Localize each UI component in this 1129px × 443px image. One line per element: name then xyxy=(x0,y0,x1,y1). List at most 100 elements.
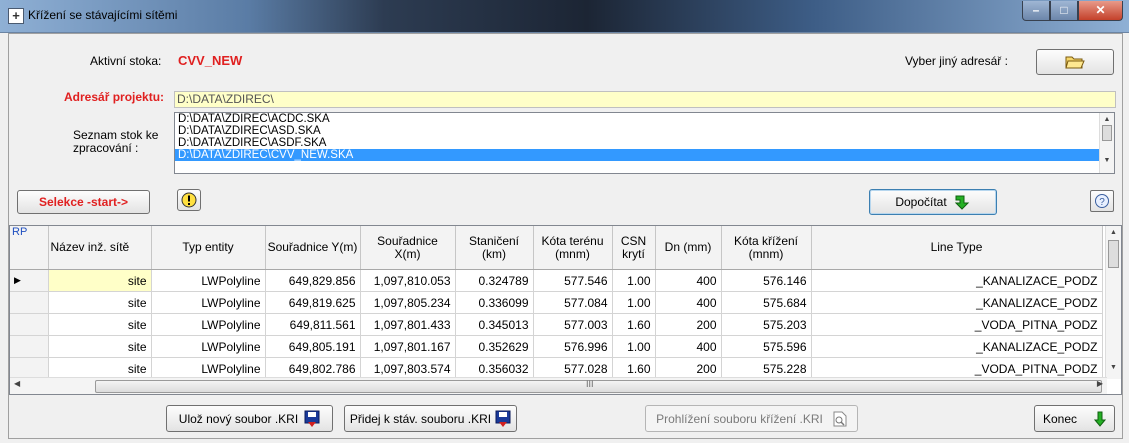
col-line-type-cell[interactable]: _VODA_PITNA_PODZ xyxy=(811,313,1103,336)
col-network-name-header[interactable]: Název inž. sítě xyxy=(48,226,152,270)
col-coord-x-cell[interactable]: 1,097,801.433 xyxy=(360,313,456,336)
table-row[interactable]: site LWPolyline 649,805.191 1,097,801.167 0.… xyxy=(10,335,1103,358)
view-kri-button[interactable]: Prohlížení souboru křížení .KRI xyxy=(645,405,858,432)
col-crossing-level-cell[interactable]: 576.146 xyxy=(721,269,812,292)
col-line-type-cell[interactable]: _KANALIZACE_PODZ xyxy=(811,269,1103,292)
save-down-icon xyxy=(304,410,320,427)
col-coord-x-cell[interactable]: 1,097,801.167 xyxy=(360,335,456,358)
open-folder-button[interactable] xyxy=(1036,49,1114,75)
col-coord-y-cell[interactable]: 649,805.191 xyxy=(265,335,361,358)
grid-horizontal-scrollbar[interactable]: ◀ III ▶ xyxy=(10,377,1107,394)
col-crossing-level-header[interactable]: Kóta křížení (mnm) xyxy=(721,226,812,270)
sewer-list-item[interactable]: D:\DATA\ZDIREC\ASD.SKA xyxy=(175,125,1114,137)
exclamation-icon xyxy=(181,192,197,208)
green-arrow-down-icon xyxy=(1094,411,1106,427)
col-coord-y-header[interactable]: Souřadnice Y(m) xyxy=(265,226,361,270)
append-kri-button[interactable]: Přidej k stáv. souboru .KRI xyxy=(344,405,517,432)
col-terrain-level-header[interactable]: Kóta terénu (mnm) xyxy=(533,226,613,270)
col-entity-type-cell[interactable]: LWPolyline xyxy=(151,313,266,336)
col-entity-type-cell[interactable]: LWPolyline xyxy=(151,269,266,292)
hscroll-grip: III xyxy=(586,379,594,389)
col-dn-cell[interactable]: 200 xyxy=(655,313,722,336)
col-csn-cover-cell[interactable]: 1.60 xyxy=(612,313,656,336)
col-line-type-header[interactable]: Line Type xyxy=(811,226,1103,270)
col-chainage-cell[interactable]: 0.345013 xyxy=(455,313,534,336)
active-sewer-value: CVV_NEW xyxy=(178,53,243,68)
col-entity-type-cell[interactable]: LWPolyline xyxy=(151,335,266,358)
col-network-name-cell[interactable]: site xyxy=(48,291,152,314)
close-label: Konec xyxy=(1043,411,1078,426)
recalculate-button[interactable]: Dopočítat xyxy=(869,189,997,215)
project-dir-field[interactable]: D:\DATA\ZDIREC\ xyxy=(174,91,1116,108)
save-new-kri-label: Ulož nový soubor .KRI xyxy=(178,411,299,426)
col-dn-header[interactable]: Dn (mm) xyxy=(655,226,722,270)
col-terrain-level-cell[interactable]: 577.003 xyxy=(533,313,613,336)
col-coord-x-header[interactable]: Souřadnice X(m) xyxy=(360,226,456,270)
col-chainage-header[interactable]: Staničení (km) xyxy=(455,226,534,270)
close-button[interactable]: Konec xyxy=(1034,405,1115,432)
col-coord-y-cell[interactable]: 649,811.561 xyxy=(265,313,361,336)
listbox-scrollbar[interactable]: ▲ ▼ xyxy=(1099,113,1114,173)
help-icon: ? xyxy=(1095,194,1109,208)
col-coord-x-cell[interactable]: 1,097,805.234 xyxy=(360,291,456,314)
folder-open-icon xyxy=(1065,56,1085,69)
table-row[interactable]: ▶ site LWPolyline 649,829.856 1,097,810.053 0… xyxy=(10,269,1103,292)
col-csn-cover-header[interactable]: CSN krytí xyxy=(612,226,656,270)
maximize-button[interactable]: □ xyxy=(1050,1,1078,21)
col-crossing-level-cell[interactable]: 575.684 xyxy=(721,291,812,314)
save-new-kri-button[interactable]: Ulož nový soubor .KRI xyxy=(166,405,333,432)
col-entity-type-header[interactable]: Typ entity xyxy=(151,226,266,270)
col-terrain-level-cell[interactable]: 577.084 xyxy=(533,291,613,314)
col-coord-y-cell[interactable]: 649,819.625 xyxy=(265,291,361,314)
col-coord-y-cell[interactable]: 649,829.856 xyxy=(265,269,361,292)
green-arrow-down-icon xyxy=(954,195,969,210)
window-title: Křížení se stávajícími sítěmi xyxy=(28,8,178,22)
minimize-button[interactable]: – xyxy=(1022,1,1050,21)
sewer-list-item[interactable]: D:\DATA\ZDIREC\CVV_NEW.SKA xyxy=(175,149,1114,161)
sewer-list-item[interactable]: D:\DATA\ZDIREC\ASDF.SKA xyxy=(175,137,1114,149)
col-dn-cell[interactable]: 400 xyxy=(655,291,722,314)
col-csn-cover-cell[interactable]: 1.00 xyxy=(612,291,656,314)
row-selector[interactable] xyxy=(10,313,49,336)
col-coord-x-cell[interactable]: 1,097,810.053 xyxy=(360,269,456,292)
col-terrain-level-cell[interactable]: 576.996 xyxy=(533,335,613,358)
col-csn-cover-cell[interactable]: 1.00 xyxy=(612,335,656,358)
row-selector[interactable] xyxy=(10,335,49,358)
col-chainage-cell[interactable]: 0.336099 xyxy=(455,291,534,314)
choose-dir-label: Vyber jiný adresář : xyxy=(905,54,1008,68)
hscroll-thumb[interactable]: III xyxy=(95,379,1102,393)
help-button[interactable]: ? xyxy=(1090,190,1114,212)
col-dn-cell[interactable]: 400 xyxy=(655,335,722,358)
warning-button[interactable] xyxy=(177,189,201,211)
table-row[interactable]: site LWPolyline 649,819.625 1,097,805.234 0.… xyxy=(10,291,1103,314)
col-line-type-cell[interactable]: _KANALIZACE_PODZ xyxy=(811,335,1103,358)
col-csn-cover-cell[interactable]: 1.00 xyxy=(612,269,656,292)
col-chainage-cell[interactable]: 0.324789 xyxy=(455,269,534,292)
grid-vertical-scrollbar[interactable]: ▲ ▼ xyxy=(1105,226,1121,379)
col-network-name-cell[interactable]: site xyxy=(48,335,152,358)
col-terrain-level-cell[interactable]: 577.546 xyxy=(533,269,613,292)
col-dn-cell[interactable]: 400 xyxy=(655,269,722,292)
sewer-list-label: Seznam stok ke zpracování : xyxy=(73,128,159,155)
col-chainage-cell[interactable]: 0.352629 xyxy=(455,335,534,358)
sewer-list-item[interactable]: D:\DATA\ZDIREC\ACDC.SKA xyxy=(175,113,1114,125)
crossing-grid[interactable]: RP Název inž. sítě Typ entity Souřadnice Y(… xyxy=(9,225,1122,395)
title-bar: + Křížení se stávajícími sítěmi – □ ✕ xyxy=(0,0,1129,33)
col-entity-type-cell[interactable]: LWPolyline xyxy=(151,291,266,314)
crossing-table: RP Název inž. sítě Typ entity Souřadnice Y(… xyxy=(10,226,1103,380)
close-window-button[interactable]: ✕ xyxy=(1078,1,1123,21)
row-selector[interactable] xyxy=(10,291,49,314)
sewer-listbox[interactable]: D:\DATA\ZDIREC\ACDC.SKA D:\DATA\ZDIREC\AS… xyxy=(174,112,1115,174)
active-sewer-label: Aktivní stoka: xyxy=(90,54,162,68)
col-line-type-cell[interactable]: _KANALIZACE_PODZ xyxy=(811,291,1103,314)
select-start-button[interactable]: Selekce -start-> xyxy=(17,190,150,214)
row-header-corner: RP xyxy=(10,226,49,270)
append-kri-label: Přidej k stáv. souboru .KRI xyxy=(349,411,492,426)
col-crossing-level-cell[interactable]: 575.203 xyxy=(721,313,812,336)
app-icon: + xyxy=(8,8,24,24)
col-crossing-level-cell[interactable]: 575.596 xyxy=(721,335,812,358)
col-network-name-cell[interactable]: site xyxy=(48,313,152,336)
col-network-name-cell[interactable]: site xyxy=(48,269,152,292)
table-row[interactable]: site LWPolyline 649,811.561 1,097,801.433 0.… xyxy=(10,313,1103,336)
row-selector[interactable]: ▶ xyxy=(10,269,49,292)
